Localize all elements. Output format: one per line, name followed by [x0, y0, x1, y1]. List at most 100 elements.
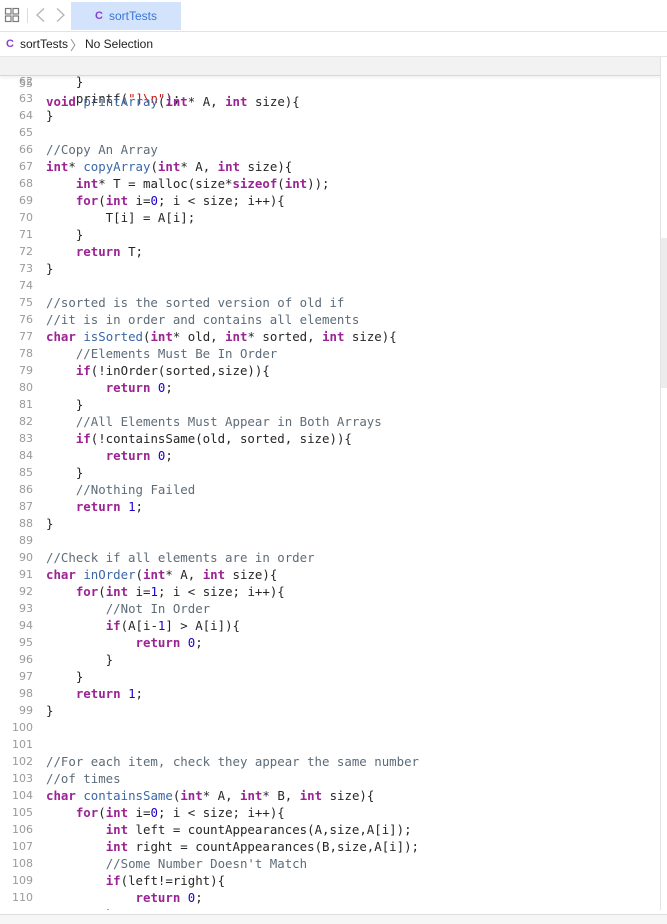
line-number: 96 [19, 653, 33, 666]
token-kw: if [105, 618, 121, 633]
token-text: T[i] = A[i]; [46, 210, 196, 225]
code-text: if(left!=right){ [46, 872, 225, 889]
jumpbar-selection[interactable]: No Selection [85, 37, 153, 51]
code-line: 92 for(int i=1; i < size; i++){ [0, 583, 660, 600]
token-num: 1 [128, 686, 136, 701]
code-text: return 0; [46, 634, 203, 651]
code-line: 76 //it is in order and contains all elem… [0, 311, 660, 328]
code-line: 104 char containsSame(int* A, int* B, int… [0, 787, 660, 804]
line-number: 110 [12, 891, 33, 904]
code-text: if(!containsSame(old, sorted, size)){ [46, 430, 352, 447]
token-kw: for [75, 584, 99, 599]
token-text: (!inOrder(sorted,size)){ [90, 363, 270, 378]
code-line: 96 } [0, 651, 660, 668]
token-kw: int [180, 788, 203, 803]
token-text: size){ [322, 788, 375, 803]
code-line: 109 if(left!=right){ [0, 872, 660, 889]
line-number: 98 [19, 687, 33, 700]
line-number: 72 [19, 245, 33, 258]
token-cm: //Not In Order [105, 601, 211, 616]
token-kw: if [75, 431, 91, 446]
token-text: ( [98, 193, 106, 208]
code-text: T[i] = A[i]; [46, 209, 196, 226]
line-number: 82 [19, 415, 33, 428]
code-text: //Elements Must Be In Order [46, 345, 277, 362]
code-line: 94 if(A[i-1] > A[i]){ [0, 617, 660, 634]
code-text: //Check if all elements are in order [46, 549, 315, 566]
line-number: 69 [19, 194, 33, 207]
token-kw: int [105, 584, 129, 599]
code-text: return 0; [46, 889, 203, 906]
token-text: ; i < size; i++){ [157, 584, 285, 599]
tab-sorttests[interactable]: C sortTests [71, 2, 181, 30]
code-line: 108 //Some Number Doesn't Match [0, 855, 660, 872]
code-line: 107 int right = countAppearances(B,size,… [0, 838, 660, 855]
jump-bar: C sortTests 〉 No Selection [0, 32, 667, 57]
token-kw: if [75, 363, 91, 378]
token-text: ; [135, 499, 144, 514]
token-kw: char [46, 567, 76, 582]
token-kw: return [75, 499, 121, 514]
token-num: 0 [150, 193, 158, 208]
line-number: 74 [19, 279, 33, 292]
code-editor[interactable]: 55 void printArray(int* A, int size){ 62… [0, 57, 660, 910]
code-text: } [46, 464, 83, 481]
token-text: i= [128, 193, 151, 208]
code-text: //Copy An Array [46, 141, 158, 158]
code-text: } [46, 226, 83, 243]
back-chevron-icon[interactable] [33, 7, 49, 23]
grid-icon[interactable] [4, 7, 20, 23]
line-number: 83 [19, 432, 33, 445]
line-number: 93 [19, 602, 33, 615]
code-text: } [46, 651, 113, 668]
token-kw: int [143, 567, 166, 582]
token-fn: isSorted [83, 329, 143, 344]
code-line: 77 char isSorted(int* old, int* sorted, i… [0, 328, 660, 345]
code-text: int* copyArray(int* A, int size){ [46, 158, 292, 175]
minimap-visible-region[interactable] [661, 238, 667, 388]
token-kw: int [284, 176, 308, 191]
token-text: i= [128, 584, 151, 599]
token-text: ; i < size; i++){ [157, 193, 285, 208]
token-kw: int [105, 193, 129, 208]
code-text: char inOrder(int* A, int size){ [46, 566, 277, 583]
line-number: 76 [19, 313, 33, 326]
token-fn: inOrder [83, 567, 136, 582]
jumpbar-file[interactable]: sortTests [20, 37, 68, 51]
token-kw: int [225, 329, 248, 344]
code-line: 75 //sorted is the sorted version of old … [0, 294, 660, 311]
code-line: 72 return T; [0, 243, 660, 260]
line-number: 55 [19, 77, 33, 90]
token-kw: int [299, 788, 323, 803]
code-text: int right = countAppearances(B,size,A[i]… [46, 838, 419, 855]
line-number: 80 [19, 381, 33, 394]
token-num: 1 [128, 499, 136, 514]
code-text: if(!inOrder(sorted,size)){ [46, 362, 270, 379]
sticky-scope-header[interactable]: 55 void printArray(int* A, int size){ [0, 57, 660, 109]
code-text: //Not In Order [46, 600, 210, 617]
line-number: 89 [19, 534, 33, 547]
token-num: 1 [150, 584, 158, 599]
token-cm: //of times [46, 771, 121, 786]
line-number: 94 [19, 619, 33, 632]
code-text: //of times [46, 770, 121, 787]
token-text: i= [128, 805, 151, 820]
forward-chevron-icon[interactable] [52, 7, 68, 23]
token-text: * [68, 159, 84, 174]
code-line: 88} [0, 515, 660, 532]
token-text: T; [120, 244, 143, 259]
code-line: 93 //Not In Order [0, 600, 660, 617]
code-line: 98 return 1; [0, 685, 660, 702]
code-text: //it is in order and contains all elemen… [46, 311, 359, 328]
code-line: 87 return 1; [0, 498, 660, 515]
